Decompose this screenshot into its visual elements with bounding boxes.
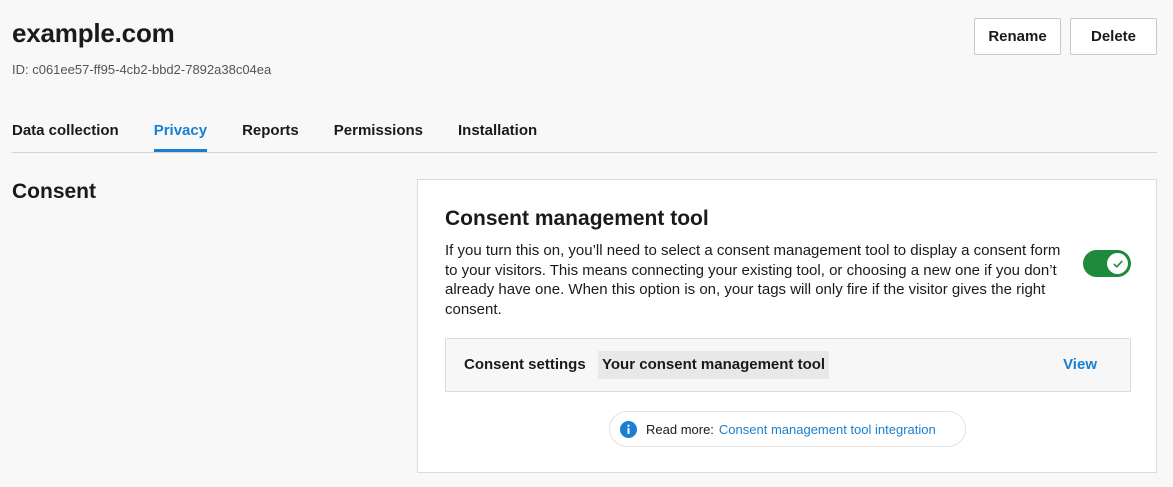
check-icon bbox=[1112, 260, 1123, 268]
tab-bar: Data collection Privacy Reports Permissi… bbox=[12, 112, 1157, 153]
consent-settings-label: Consent settings bbox=[464, 356, 586, 373]
consent-toggle[interactable] bbox=[1083, 250, 1131, 277]
consent-settings-box: Consent settings Your consent management… bbox=[445, 338, 1131, 392]
card-description: If you turn this on, you’ll need to sele… bbox=[445, 242, 1061, 318]
read-more-pill: Read more: Consent management tool integ… bbox=[609, 411, 966, 447]
consent-settings-value: Your consent management tool bbox=[598, 351, 830, 379]
delete-button[interactable]: Delete bbox=[1070, 18, 1157, 55]
card-title: Consent management tool bbox=[445, 207, 709, 230]
read-more-label: Read more: bbox=[646, 421, 714, 437]
rename-button[interactable]: Rename bbox=[974, 18, 1061, 55]
header-actions: Rename Delete bbox=[974, 18, 1157, 55]
integration-link[interactable]: Consent management tool integration bbox=[719, 422, 936, 437]
site-id: ID: c061ee57-ff95-4cb2-bbd2-7892a38c04ea bbox=[12, 62, 272, 77]
tab-privacy[interactable]: Privacy bbox=[153, 112, 208, 152]
tab-installation[interactable]: Installation bbox=[458, 112, 537, 151]
view-link[interactable]: View bbox=[1063, 356, 1097, 373]
tab-permissions[interactable]: Permissions bbox=[334, 112, 423, 151]
consent-card: Consent management tool If you turn this… bbox=[417, 179, 1157, 473]
section-title: Consent bbox=[12, 180, 96, 203]
tab-data-collection[interactable]: Data collection bbox=[12, 112, 119, 151]
page-title: example.com bbox=[12, 18, 175, 48]
toggle-knob bbox=[1107, 253, 1128, 274]
tab-reports[interactable]: Reports bbox=[242, 112, 299, 151]
info-icon bbox=[620, 420, 637, 438]
